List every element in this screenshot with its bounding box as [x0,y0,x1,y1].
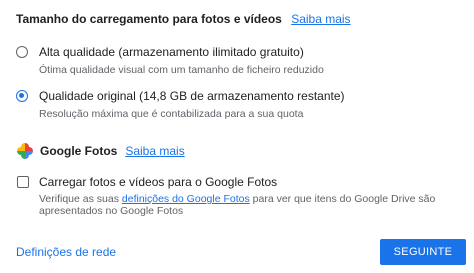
upload-to-google-photos-option[interactable]: Carregar fotos e vídeos para o Google Fo… [17,174,449,217]
upload-to-google-photos-checkbox[interactable] [17,176,29,188]
google-photos-settings-link[interactable]: definições do Google Fotos [122,193,250,205]
original-quality-description: Resolução máxima que é contabilizada par… [39,108,304,120]
network-settings-link[interactable]: Definições de rede [16,245,116,259]
upload-to-google-photos-label: Carregar fotos e vídeos para o Google Fo… [39,175,278,189]
upload-size-learn-more-link[interactable]: Saiba mais [291,12,350,26]
high-quality-radio[interactable] [16,46,28,58]
high-quality-label: Alta qualidade (armazenamento ilimitado … [39,45,304,59]
upload-to-google-photos-description: Verifique as suas definições do Google F… [39,193,449,217]
next-button[interactable]: SEGUINTE [380,239,466,265]
original-quality-radio[interactable] [16,90,28,102]
high-quality-description: Ótima qualidade visual com um tamanho de… [39,64,324,76]
desc-prefix: Verifique as suas [39,193,122,205]
option-high-quality[interactable]: Alta qualidade (armazenamento ilimitado … [16,44,324,77]
upload-size-header: Tamanho do carregamento para fotos e víd… [16,12,351,26]
upload-size-title: Tamanho do carregamento para fotos e víd… [16,12,282,26]
google-photos-title: Google Fotos [40,144,118,158]
option-original-quality[interactable]: Qualidade original (14,8 GB de armazenam… [16,88,345,121]
google-photos-pinwheel-icon [17,143,33,159]
google-photos-learn-more-link[interactable]: Saiba mais [125,144,184,158]
google-photos-header: Google Fotos Saiba mais [16,142,185,160]
original-quality-label: Qualidade original (14,8 GB de armazenam… [39,89,345,103]
